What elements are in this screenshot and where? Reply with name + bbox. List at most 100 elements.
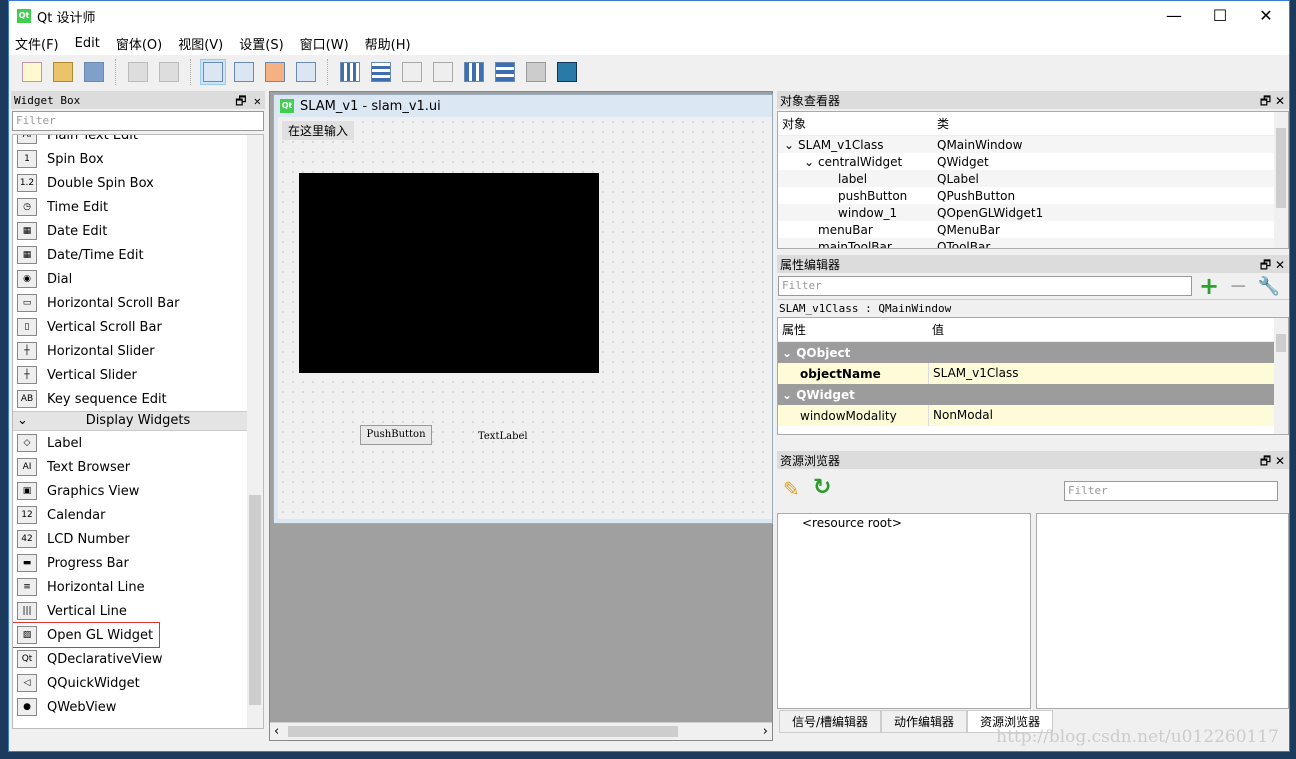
form-push-button[interactable]: PushButton	[360, 425, 432, 445]
menu-edit[interactable]: Edit	[75, 36, 100, 51]
widget-item[interactable]: ◁ QQuickWidget	[13, 671, 263, 695]
layout-horizontal-icon[interactable]	[337, 59, 363, 85]
property-value[interactable]: SLAM_v1Class	[928, 363, 1018, 384]
property-scrollbar[interactable]	[1274, 318, 1288, 434]
object-name-text: SLAM_v1Class	[798, 137, 884, 152]
widget-item[interactable]: Qt QDeclarativeView	[13, 647, 263, 671]
tab-0[interactable]: 信号/槽编辑器	[779, 710, 882, 733]
expand-arrow-icon[interactable]: ⌄	[784, 138, 798, 152]
menu-form[interactable]: 窗体(O)	[116, 34, 162, 53]
edit-buddies-icon[interactable]	[262, 59, 288, 85]
widget-item[interactable]: ▬ Progress Bar	[13, 551, 263, 575]
close-button[interactable]: ✕	[1243, 1, 1289, 31]
edit-signals-slots-icon[interactable]	[231, 59, 257, 85]
edit-tab-order-icon[interactable]	[293, 59, 319, 85]
dock-float-close-icons[interactable]: 🗗 ✕	[235, 92, 261, 113]
property-group[interactable]: ⌄ QObject	[778, 342, 1288, 363]
menu-settings[interactable]: 设置(S)	[239, 34, 283, 53]
widget-item[interactable]: ▭ Horizontal Scroll Bar	[13, 291, 263, 315]
widget-item[interactable]: ▦ Date/Time Edit	[13, 243, 263, 267]
widget-item[interactable]: AI Text Browser	[13, 455, 263, 479]
object-tree-row[interactable]: ⌄ SLAM_v1Class QMainWindow	[778, 136, 1288, 153]
widget-item[interactable]: ┼ Horizontal Slider	[13, 339, 263, 363]
object-tree-row[interactable]: ⌄ centralWidget QWidget	[778, 153, 1288, 170]
form-text-label[interactable]: TextLabel	[478, 431, 528, 442]
widget-item[interactable]: AI Plain Text Edit	[13, 135, 263, 147]
widget-item[interactable]: 42 LCD Number	[13, 527, 263, 551]
open-file-icon[interactable]	[50, 59, 76, 85]
property-filter-input[interactable]: Filter	[778, 276, 1192, 296]
minimize-button[interactable]: —	[1151, 1, 1197, 31]
object-tree-scrollbar[interactable]	[1274, 112, 1288, 248]
widget-item[interactable]: AB Key sequence Edit	[13, 387, 263, 411]
object-tree-row[interactable]: label QLabel	[778, 170, 1288, 187]
col-property[interactable]: 属性	[778, 321, 928, 338]
layout-vertical-icon[interactable]	[368, 59, 394, 85]
send-to-back-icon[interactable]	[156, 59, 182, 85]
layout-form-icon[interactable]	[492, 59, 518, 85]
col-value[interactable]: 值	[928, 321, 944, 338]
widget-item[interactable]: ||| Vertical Line	[13, 599, 263, 623]
tab-1[interactable]: 动作编辑器	[881, 710, 968, 733]
property-row[interactable]: windowModality NonModal	[778, 405, 1288, 426]
menu-file[interactable]: 文件(F)	[15, 34, 59, 53]
widget-item[interactable]: 1 Spin Box	[13, 147, 263, 171]
bring-to-front-icon[interactable]	[125, 59, 151, 85]
col-object[interactable]: 对象	[778, 115, 933, 132]
widget-list-scrollbar[interactable]	[247, 135, 263, 728]
form-menu-placeholder[interactable]: 在这里输入	[282, 121, 355, 140]
widget-item[interactable]: ▣ Graphics View	[13, 479, 263, 503]
edit-resources-pencil-icon[interactable]: ✎	[783, 477, 800, 501]
edit-widgets-icon[interactable]	[200, 59, 226, 85]
widget-item[interactable]: ◇ Label	[13, 431, 263, 455]
mdi-horizontal-scrollbar[interactable]: ‹ ›	[270, 722, 772, 740]
group-expand-icon[interactable]: ⌄	[782, 388, 796, 402]
layout-h-splitter-icon[interactable]	[399, 59, 425, 85]
widget-box-title: Widget Box	[14, 93, 81, 107]
col-class[interactable]: 类	[933, 115, 949, 132]
form-canvas[interactable]: 在这里输入 PushButton TextLabel	[278, 117, 772, 519]
save-file-icon[interactable]	[81, 59, 107, 85]
widget-item[interactable]: ▨ Open GL Widget	[13, 622, 160, 648]
opengl-widget[interactable]	[299, 173, 599, 373]
layout-grid-icon[interactable]	[461, 59, 487, 85]
property-row[interactable]: objectName SLAM_v1Class	[778, 363, 1288, 384]
property-group[interactable]: ⌄ QWidget	[778, 384, 1288, 405]
break-layout-icon[interactable]	[523, 59, 549, 85]
reload-icon[interactable]: ↻	[813, 475, 831, 500]
maximize-button[interactable]: ☐	[1197, 1, 1243, 31]
object-tree-row[interactable]: pushButton QPushButton	[778, 187, 1288, 204]
category-display-widgets[interactable]: ⌄ Display Widgets	[13, 411, 263, 431]
object-tree-row[interactable]: menuBar QMenuBar	[778, 221, 1288, 238]
expand-arrow-icon[interactable]: ⌄	[804, 155, 818, 169]
menu-window[interactable]: 窗口(W)	[300, 34, 349, 53]
resource-filter-input[interactable]: Filter	[1064, 481, 1278, 501]
configure-wrench-icon[interactable]: 🔧	[1258, 276, 1280, 297]
new-file-icon[interactable]	[19, 59, 45, 85]
add-property-icon[interactable]: +	[1199, 272, 1219, 300]
widget-item[interactable]: 1.2 Double Spin Box	[13, 171, 263, 195]
object-class: QMainWindow	[937, 137, 1023, 152]
adjust-size-icon[interactable]	[554, 59, 580, 85]
widget-filter-input[interactable]: Filter	[12, 111, 264, 131]
widget-item[interactable]: ▦ Date Edit	[13, 219, 263, 243]
property-value[interactable]: NonModal	[928, 405, 993, 426]
widget-item[interactable]: ≡ Horizontal Line	[13, 575, 263, 599]
menu-view[interactable]: 视图(V)	[178, 34, 223, 53]
object-tree-row[interactable]: window_1 QOpenGLWidget1	[778, 204, 1288, 221]
menu-help[interactable]: 帮助(H)	[365, 34, 411, 53]
widget-item[interactable]: ◷ Time Edit	[13, 195, 263, 219]
widget-item[interactable]: ◉ Dial	[13, 267, 263, 291]
title-bar: Qt Qt 设计师 — ☐ ✕	[9, 1, 1289, 31]
widget-item[interactable]: ▯ Vertical Scroll Bar	[13, 315, 263, 339]
layout-v-splitter-icon[interactable]	[430, 59, 456, 85]
form-window[interactable]: Qt SLAM_v1 - slam_v1.ui 在这里输入 PushButton …	[273, 94, 773, 524]
widget-item[interactable]: ┼ Vertical Slider	[13, 363, 263, 387]
remove-property-icon[interactable]: −	[1229, 274, 1247, 299]
widget-item[interactable]: 12 Calendar	[13, 503, 263, 527]
group-expand-icon[interactable]: ⌄	[782, 346, 796, 360]
widget-item-label: LCD Number	[47, 531, 130, 547]
object-tree-row[interactable]: mainToolBar QToolBar	[778, 238, 1288, 248]
widget-item[interactable]: ● QWebView	[13, 695, 263, 719]
resource-root[interactable]: <resource root>	[778, 514, 1030, 532]
